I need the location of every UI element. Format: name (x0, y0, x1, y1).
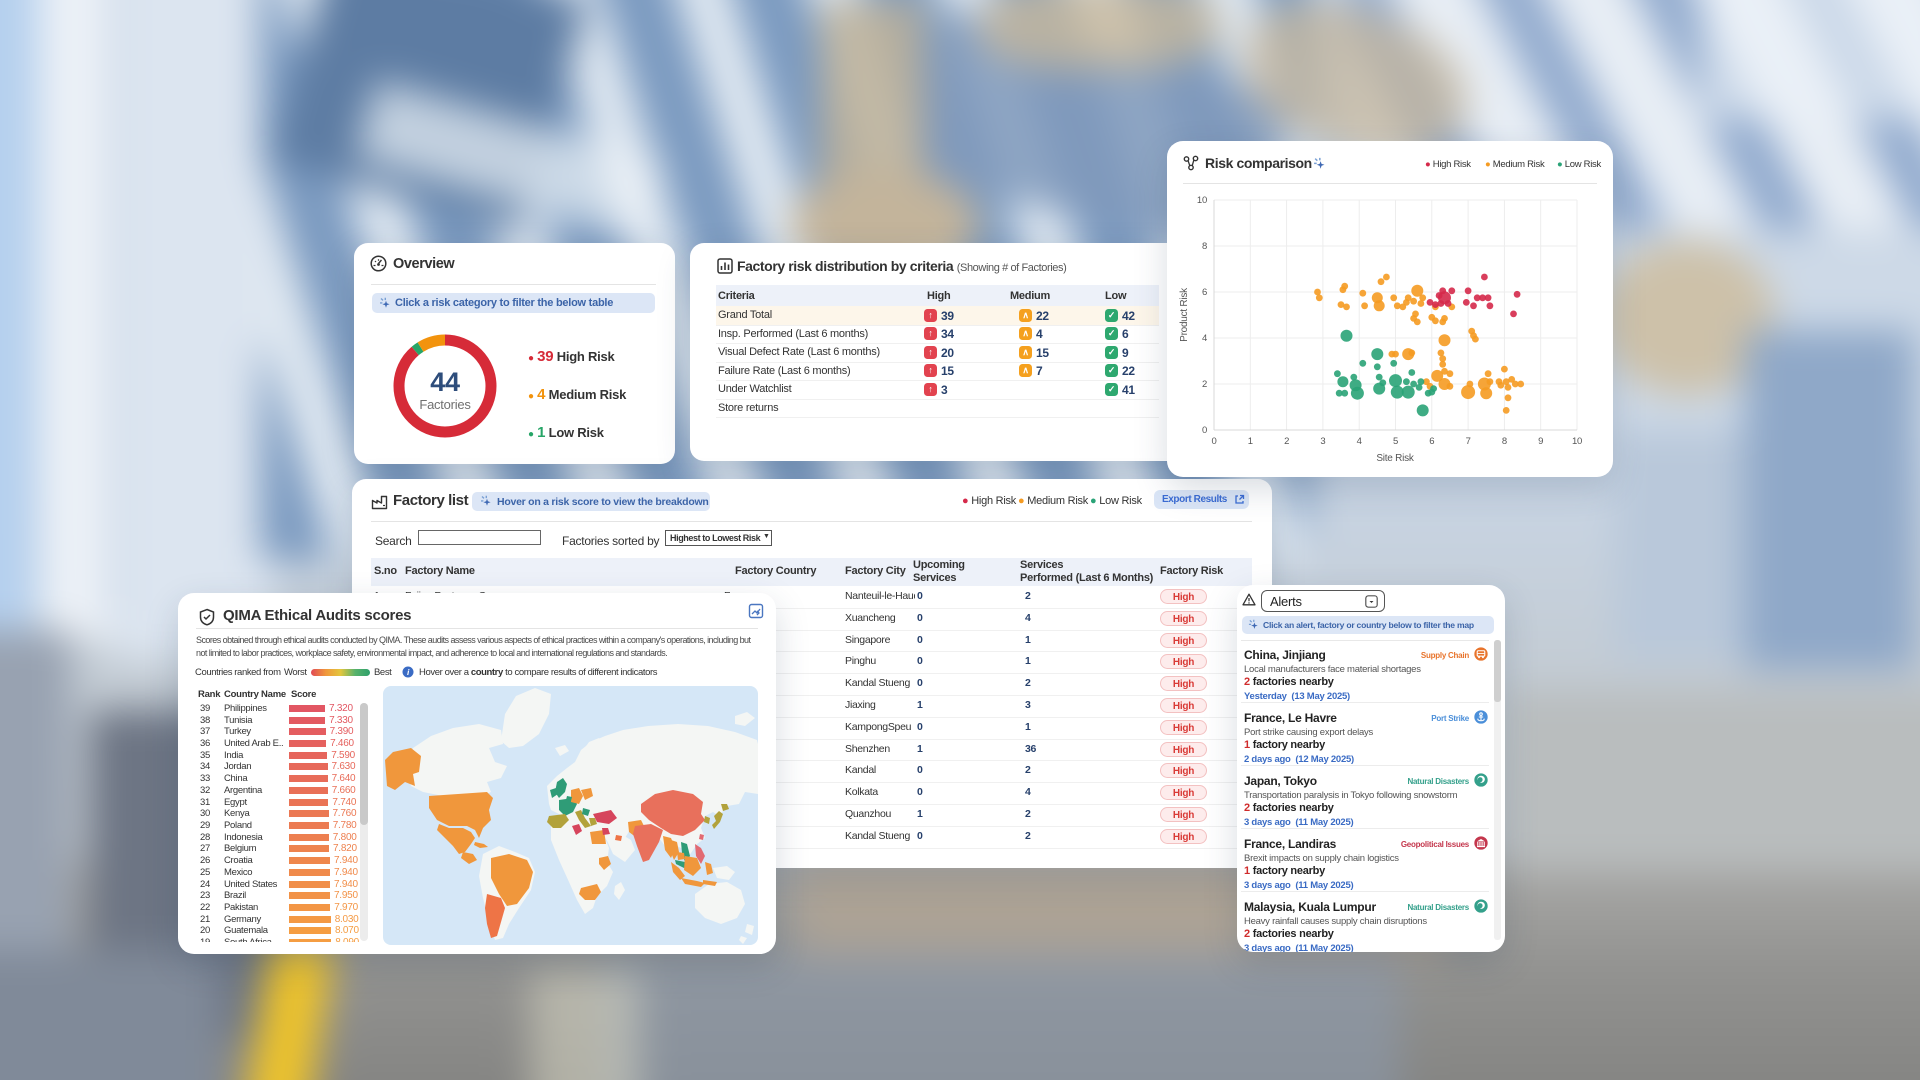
svg-text:0: 0 (1211, 436, 1216, 447)
svg-text:6: 6 (1429, 436, 1434, 447)
svg-text:6: 6 (1202, 287, 1207, 298)
svg-text:Product Risk: Product Risk (1179, 287, 1190, 342)
svg-text:4: 4 (1357, 436, 1362, 447)
svg-text:0: 0 (1202, 425, 1207, 436)
svg-text:9: 9 (1538, 436, 1543, 447)
svg-text:7: 7 (1466, 436, 1471, 447)
svg-text:1: 1 (1248, 436, 1253, 447)
svg-text:3: 3 (1320, 436, 1325, 447)
svg-text:10: 10 (1572, 436, 1582, 447)
svg-text:5: 5 (1393, 436, 1398, 447)
svg-text:Site Risk: Site Risk (1376, 453, 1414, 464)
svg-text:2: 2 (1202, 379, 1207, 390)
svg-text:8: 8 (1502, 436, 1507, 447)
svg-text:4: 4 (1202, 333, 1207, 344)
svg-text:2: 2 (1284, 436, 1289, 447)
svg-text:8: 8 (1202, 241, 1207, 252)
svg-text:10: 10 (1197, 195, 1207, 206)
